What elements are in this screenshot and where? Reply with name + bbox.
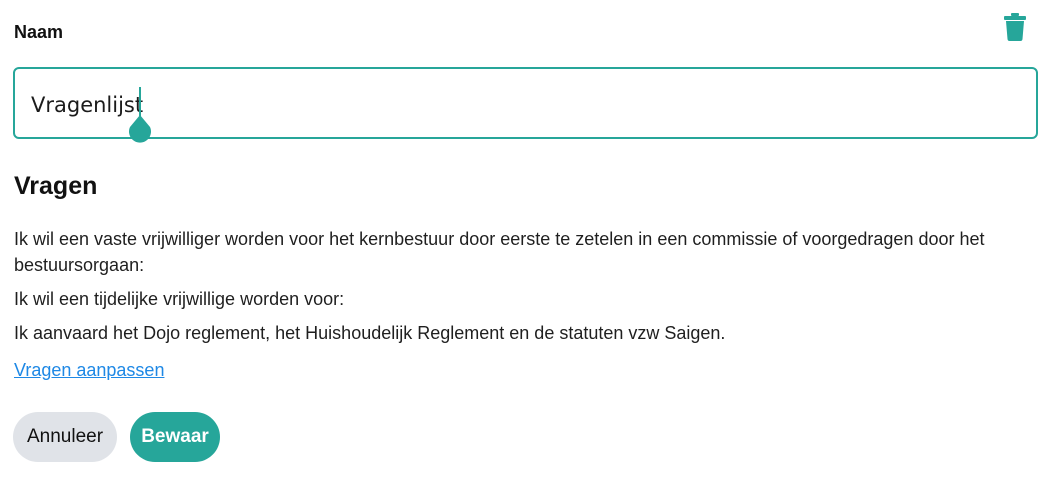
caret-handle-icon[interactable]	[124, 115, 156, 147]
list-item: Ik aanvaard het Dojo reglement, het Huis…	[14, 323, 726, 343]
questions-list: Ik wil een vaste vrijwilliger worden voo…	[14, 226, 1044, 354]
list-item: Ik wil een tijdelijke vrijwillige worden…	[14, 289, 345, 309]
name-label: Naam	[14, 22, 64, 42]
edit-questions-link[interactable]: Vragen aanpassen	[14, 360, 164, 381]
name-input-value: Vragenlijst	[31, 93, 144, 117]
cancel-button[interactable]: Annuleer	[13, 412, 117, 462]
list-item: Ik wil een vaste vrijwilliger worden voo…	[14, 229, 985, 275]
text-caret	[139, 87, 141, 117]
save-button[interactable]: Bewaar	[130, 412, 220, 462]
name-input[interactable]: Vragenlijst	[13, 67, 1038, 143]
questions-title: Vragen	[14, 172, 98, 200]
trash-icon[interactable]	[1003, 13, 1027, 41]
